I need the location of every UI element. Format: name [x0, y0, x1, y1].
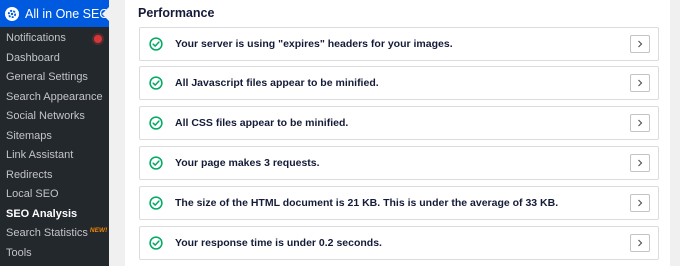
chevron-right-icon: [638, 119, 643, 127]
expand-button[interactable]: [630, 35, 650, 53]
sidebar-item-redirects[interactable]: Redirects: [0, 166, 109, 186]
expand-button[interactable]: [630, 74, 650, 92]
section-title: Performance: [138, 6, 215, 20]
sidebar-item-label: General Settings: [6, 71, 88, 83]
chevron-right-icon: [638, 199, 643, 207]
admin-sidebar: All in One SEO Notifications Dashboard G…: [0, 0, 109, 266]
sidebar-item-label: Link Assistant: [6, 149, 74, 161]
aioseo-logo-icon: [5, 6, 19, 21]
check-row[interactable]: All Javascript files appear to be minifi…: [139, 66, 659, 100]
sidebar-item-label: Social Networks: [6, 110, 85, 122]
sidebar-item-label: Search Appearance: [6, 90, 103, 103]
sidebar-item-label: Sitemaps: [6, 129, 52, 142]
expand-button[interactable]: [630, 154, 650, 172]
sidebar-item-sitemaps[interactable]: Sitemaps: [0, 127, 109, 147]
check-circle-icon: [149, 76, 163, 90]
check-circle-icon: [149, 37, 163, 51]
check-message: All CSS files appear to be minified.: [175, 117, 349, 129]
check-row[interactable]: Your server is using "expires" headers f…: [139, 27, 659, 61]
chevron-right-icon: [638, 159, 643, 167]
check-message: Your server is using "expires" headers f…: [175, 38, 453, 50]
expand-button[interactable]: [630, 194, 650, 212]
sidebar-item-dashboard[interactable]: Dashboard: [0, 49, 109, 69]
plugin-title: All in One SEO: [25, 6, 110, 21]
check-message: Your response time is under 0.2 seconds.: [175, 237, 382, 249]
check-circle-icon: [149, 116, 163, 130]
chevron-right-icon: [638, 239, 643, 247]
check-circle-icon: [149, 196, 163, 210]
sidebar-item-notifications[interactable]: Notifications: [0, 29, 109, 49]
check-row[interactable]: Your response time is under 0.2 seconds.: [139, 226, 659, 260]
check-message: Your page makes 3 requests.: [175, 157, 320, 169]
check-row[interactable]: Your page makes 3 requests.: [139, 146, 659, 180]
check-circle-icon: [149, 236, 163, 250]
sidebar-item-link-assistant[interactable]: Link Assistant: [0, 146, 109, 166]
sidebar-item-search-appearance[interactable]: Search Appearance: [0, 88, 109, 108]
chevron-right-icon: [638, 40, 643, 48]
sidebar-item-label: SEO Analysis: [6, 207, 78, 220]
check-message: The size of the HTML document is 21 KB. …: [175, 197, 559, 209]
notification-indicator: [92, 33, 104, 45]
sidebar-item-general-settings[interactable]: General Settings: [0, 68, 109, 88]
sidebar-item-label: Local SEO: [6, 188, 59, 200]
sidebar-item-tools[interactable]: Tools: [0, 244, 109, 264]
sidebar-item-social-networks[interactable]: Social Networks: [0, 107, 109, 127]
sidebar-item-local-seo[interactable]: Local SEO: [0, 185, 109, 205]
sidebar-item-label: Tools: [6, 246, 32, 259]
check-circle-icon: [149, 156, 163, 170]
new-badge: NEW!: [89, 227, 108, 234]
sidebar-item-search-statistics[interactable]: Search Statistics NEW!: [0, 224, 109, 244]
plugin-menu-header[interactable]: All in One SEO: [0, 0, 109, 27]
check-message: All Javascript files appear to be minifi…: [175, 77, 379, 89]
sidebar-item-label: Search Statistics: [6, 227, 88, 239]
expand-button[interactable]: [630, 114, 650, 132]
expand-button[interactable]: [630, 234, 650, 252]
check-row[interactable]: All CSS files appear to be minified.: [139, 106, 659, 140]
sidebar-item-seo-analysis[interactable]: SEO Analysis: [0, 205, 109, 225]
sidebar-item-label: Dashboard: [6, 51, 60, 64]
sidebar-item-label: Notifications: [6, 32, 66, 44]
sidebar-item-label: Redirects: [6, 168, 53, 181]
seo-analysis-panel: Performance Your server is using "expire…: [125, 0, 670, 266]
chevron-right-icon: [638, 79, 643, 87]
check-row[interactable]: The size of the HTML document is 21 KB. …: [139, 186, 659, 220]
sidebar-menu: Notifications Dashboard General Settings…: [0, 27, 109, 263]
